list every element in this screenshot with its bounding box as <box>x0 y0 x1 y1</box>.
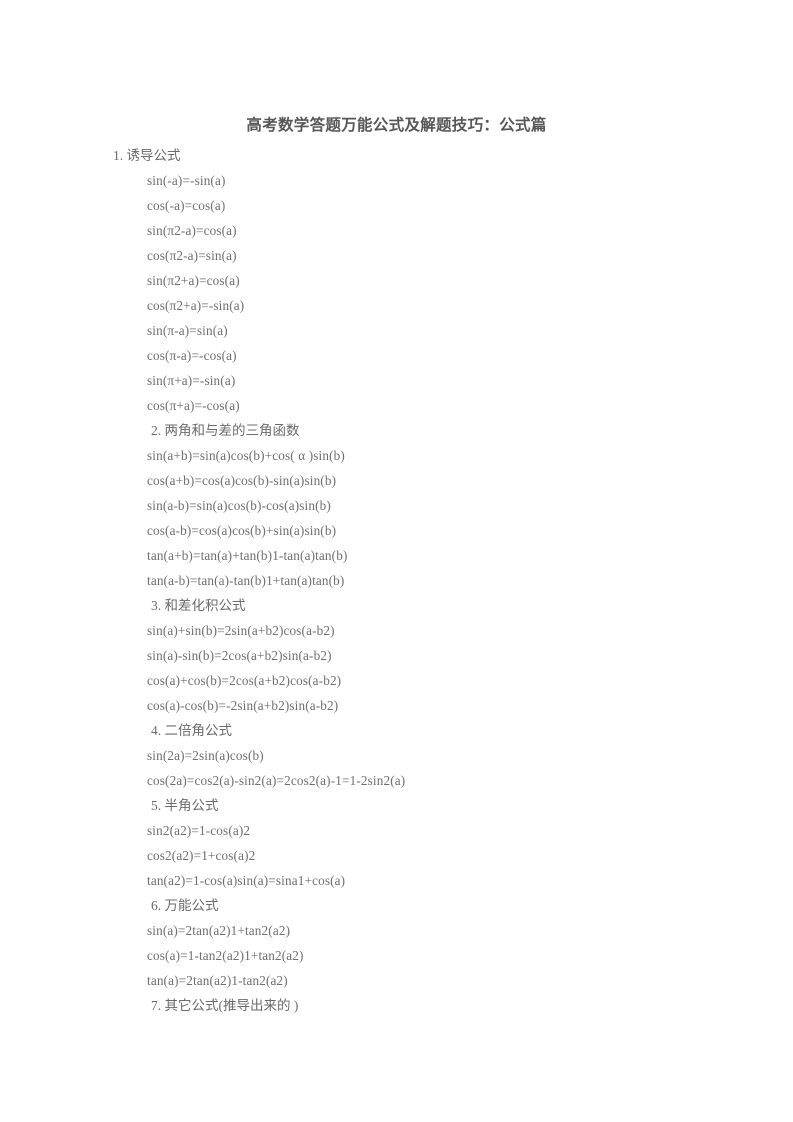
formula-line: cos(a-b)=cos(a)cos(b)+sin(a)sin(b) <box>147 523 337 538</box>
formula-line: sin(a)-sin(b)=2cos(a+b2)sin(a-b2) <box>147 648 332 663</box>
formula-line: sin(π+a)=-sin(a) <box>147 373 236 388</box>
formula-line: cos(-a)=cos(a) <box>147 198 226 213</box>
formula-line: sin(2a)=2sin(a)cos(b) <box>147 748 264 763</box>
formula-line: tan(a)=2tan(a2)1-tan2(a2) <box>147 973 288 988</box>
formula-section: 6. 万能公式 sin(a)=2tan(a2)1+tan2(a2) cos(a)=1… <box>0 893 793 993</box>
formula-line: cos(a)=1-tan2(a2)1+tan2(a2) <box>147 948 304 963</box>
formula-line: cos(π2-a)=sin(a) <box>147 248 237 263</box>
formula-line: cos(a)-cos(b)=-2sin(a+b2)sin(a-b2) <box>147 698 339 713</box>
formula-line: cos(a)+cos(b)=2cos(a+b2)cos(a-b2) <box>147 673 342 688</box>
formula-line: tan(a-b)=tan(a)-tan(b)1+tan(a)tan(b) <box>147 573 345 588</box>
formula-line: sin(π2+a)=cos(a) <box>147 273 240 288</box>
formula-line: cos2(a2)=1+cos(a)2 <box>147 848 256 863</box>
formula-section: 2. 两角和与差的三角函数 sin(a+b)=sin(a)cos(b)+cos( … <box>0 418 793 593</box>
formula-section: 5. 半角公式 sin2(a2)=1-cos(a)2 cos2(a2)=1+cos(… <box>0 793 793 893</box>
section-heading: 1. 诱导公式 <box>113 148 181 163</box>
section-heading: 4. 二倍角公式 <box>151 723 232 738</box>
formula-section: 3. 和差化积公式 sin(a)+sin(b)=2sin(a+b2)cos(a-b… <box>0 593 793 718</box>
formula-line: tan(a+b)=tan(a)+tan(b)1-tan(a)tan(b) <box>147 548 348 563</box>
formula-line: cos(π-a)=-cos(a) <box>147 348 237 363</box>
formula-line: sin(π2-a)=cos(a) <box>147 223 237 238</box>
section-heading: 6. 万能公式 <box>151 898 219 913</box>
section-heading: 5. 半角公式 <box>151 798 219 813</box>
formula-line: sin(a+b)=sin(a)cos(b)+cos( α )sin(b) <box>147 448 345 463</box>
formula-line: sin(a)=2tan(a2)1+tan2(a2) <box>147 923 291 938</box>
formula-section: 4. 二倍角公式 sin(2a)=2sin(a)cos(b) cos(2a)=cos… <box>0 718 793 793</box>
formula-line: tan(a2)=1-cos(a)sin(a)=sina1+cos(a) <box>147 873 346 888</box>
formula-line: cos(a+b)=cos(a)cos(b)-sin(a)sin(b) <box>147 473 337 488</box>
formula-line: sin(a-b)=sin(a)cos(b)-cos(a)sin(b) <box>147 498 331 513</box>
page-title: 高考数学答题万能公式及解题技巧：公式篇 <box>246 117 547 135</box>
formula-line: cos(2a)=cos2(a)-sin2(a)=2cos2(a)-1=1-2si… <box>147 773 406 788</box>
formula-line: cos(π2+a)=-sin(a) <box>147 298 245 313</box>
formula-line: sin(π-a)=sin(a) <box>147 323 228 338</box>
section-heading: 2. 两角和与差的三角函数 <box>151 423 300 438</box>
section-heading: 3. 和差化积公式 <box>151 598 246 613</box>
document-page: 高考数学答题万能公式及解题技巧：公式篇 1. 诱导公式 sin(-a)=-sin(… <box>0 0 793 1122</box>
formula-line: sin(a)+sin(b)=2sin(a+b2)cos(a-b2) <box>147 623 335 638</box>
formula-section: 1. 诱导公式 sin(-a)=-sin(a) cos(-a)=cos(a) sin(… <box>0 143 793 418</box>
document-body: 1. 诱导公式 sin(-a)=-sin(a) cos(-a)=cos(a) sin(… <box>0 143 793 1018</box>
formula-line: sin2(a2)=1-cos(a)2 <box>147 823 251 838</box>
formula-line: sin(-a)=-sin(a) <box>147 173 226 188</box>
section-heading: 7. 其它公式(推导出来的 ) <box>151 998 299 1013</box>
formula-line: cos(π+a)=-cos(a) <box>147 398 240 413</box>
formula-section: 7. 其它公式(推导出来的 ) <box>0 993 793 1018</box>
